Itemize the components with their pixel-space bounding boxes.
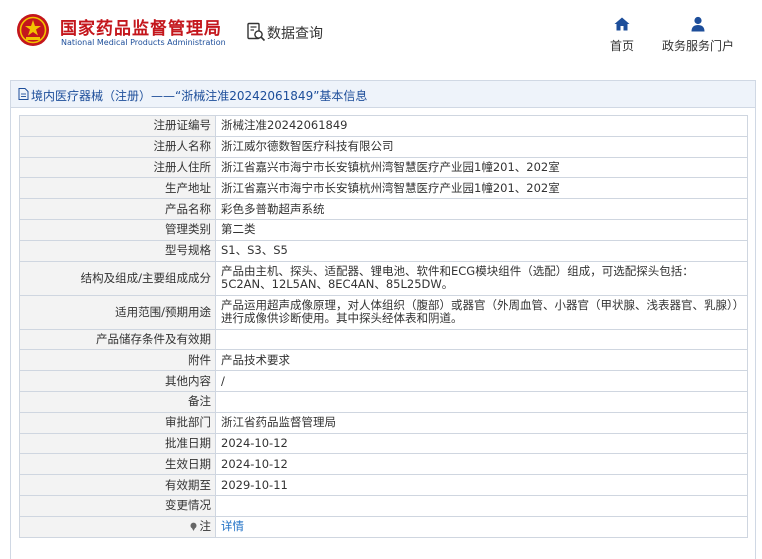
field-value [215, 390, 748, 413]
document-icon [18, 88, 29, 100]
field-label: 注册证编号 [19, 115, 216, 137]
table-row: 变更情况 [19, 494, 748, 517]
field-label: 审批部门 [19, 411, 216, 434]
field-label: 变更情况 [19, 494, 216, 517]
home-icon[interactable] [614, 17, 630, 31]
table-row: 注册证编号 浙械注准20242061849 [19, 115, 748, 137]
field-label: 有效期至 [19, 474, 216, 496]
table-row: 注册人住所 浙江省嘉兴市海宁市长安镇杭州湾智慧医疗产业园1幢201、202室 [19, 156, 748, 179]
user-icon[interactable] [690, 16, 706, 32]
field-label: 注册人名称 [19, 135, 216, 158]
registration-info-table: 注册证编号 浙械注准20242061849 注册人名称 浙江威尔德数智医疗科技有… [19, 115, 748, 538]
field-value: 产品技术要求 [215, 349, 748, 372]
field-value: 2024-10-12 [215, 432, 748, 455]
table-row: 注 详情 [19, 515, 748, 538]
field-label: 附件 [19, 349, 216, 372]
panel-header: 境内医疗器械（注册）——“浙械注准20242061849”基本信息 [11, 81, 755, 108]
table-row: 产品储存条件及有效期 [19, 328, 748, 351]
field-value: 第二类 [215, 218, 748, 241]
field-value: 浙江省嘉兴市海宁市长安镇杭州湾智慧医疗产业园1幢201、202室 [215, 177, 748, 200]
table-row: 生产地址 浙江省嘉兴市海宁市长安镇杭州湾智慧医疗产业园1幢201、202室 [19, 177, 748, 200]
table-row: 批准日期 2024-10-12 [19, 432, 748, 455]
field-value: 浙江威尔德数智医疗科技有限公司 [215, 135, 748, 158]
field-value: 浙械注准20242061849 [215, 115, 748, 137]
table-row: 结构及组成/主要组成成分 产品由主机、探头、适配器、锂电池、软件和ECG模块组件… [19, 260, 748, 296]
field-label: 批准日期 [19, 432, 216, 455]
field-value [215, 494, 748, 517]
data-query-label[interactable]: 数据查询 [267, 23, 323, 43]
table-row: 管理类别 第二类 [19, 218, 748, 241]
nav-home-link[interactable]: 首页 [606, 37, 638, 54]
table-row: 适用范围/预期用途 产品运用超声成像原理，对人体组织（腹部）或器官（外周血管、小… [19, 294, 748, 330]
nav-service-portal-link[interactable]: 政务服务门户 [655, 37, 741, 54]
table-row: 备注 [19, 390, 748, 413]
field-value: 浙江省药品监督管理局 [215, 411, 748, 434]
note-label-cell: 注 [19, 515, 216, 538]
field-value: 浙江省嘉兴市海宁市长安镇杭州湾智慧医疗产业园1幢201、202室 [215, 156, 748, 179]
field-label: 型号规格 [19, 239, 216, 262]
field-value: 产品由主机、探头、适配器、锂电池、软件和ECG模块组件（选配）组成，可选配探头包… [215, 260, 748, 296]
field-value: S1、S3、S5 [215, 239, 748, 262]
field-value: 彩色多普勒超声系统 [215, 198, 748, 220]
field-value: 产品运用超声成像原理，对人体组织（腹部）或器官（外周血管、小器官（甲状腺、浅表器… [215, 294, 748, 330]
field-value [215, 328, 748, 351]
field-label: 产品储存条件及有效期 [19, 328, 216, 351]
detail-panel: 境内医疗器械（注册）——“浙械注准20242061849”基本信息 注册证编号 … [10, 80, 756, 559]
site-header: 国家药品监督管理局 National Medical Products Admi… [0, 0, 762, 68]
field-value: 2029-10-11 [215, 474, 748, 496]
site-title[interactable]: 国家药品监督管理局 [60, 14, 222, 39]
field-label: 生产地址 [19, 177, 216, 200]
field-label: 结构及组成/主要组成成分 [19, 260, 216, 296]
panel-title: 境内医疗器械（注册）——“浙械注准20242061849”基本信息 [31, 89, 368, 103]
document-search-icon[interactable] [246, 22, 266, 42]
table-row: 注册人名称 浙江威尔德数智医疗科技有限公司 [19, 135, 748, 158]
table-row: 审批部门 浙江省药品监督管理局 [19, 411, 748, 434]
table-row: 附件 产品技术要求 [19, 349, 748, 372]
nmpa-emblem-icon[interactable] [16, 13, 50, 47]
field-label: 生效日期 [19, 453, 216, 476]
table-row: 其他内容 / [19, 370, 748, 392]
field-label: 注 [199, 519, 212, 534]
field-label: 管理类别 [19, 218, 216, 241]
table-row: 产品名称 彩色多普勒超声系统 [19, 198, 748, 220]
pin-icon [190, 522, 196, 532]
field-label: 适用范围/预期用途 [19, 294, 216, 330]
field-label: 产品名称 [19, 198, 216, 220]
table-row: 型号规格 S1、S3、S5 [19, 239, 748, 262]
field-label: 其他内容 [19, 370, 216, 392]
field-label: 注册人住所 [19, 156, 216, 179]
details-link[interactable]: 详情 [221, 519, 244, 533]
field-value: 2024-10-12 [215, 453, 748, 476]
field-value: 详情 [215, 515, 748, 538]
table-row: 有效期至 2029-10-11 [19, 474, 748, 496]
field-label: 备注 [19, 390, 216, 413]
field-value: / [215, 370, 748, 392]
table-row: 生效日期 2024-10-12 [19, 453, 748, 476]
site-subtitle: National Medical Products Administration [61, 38, 226, 47]
